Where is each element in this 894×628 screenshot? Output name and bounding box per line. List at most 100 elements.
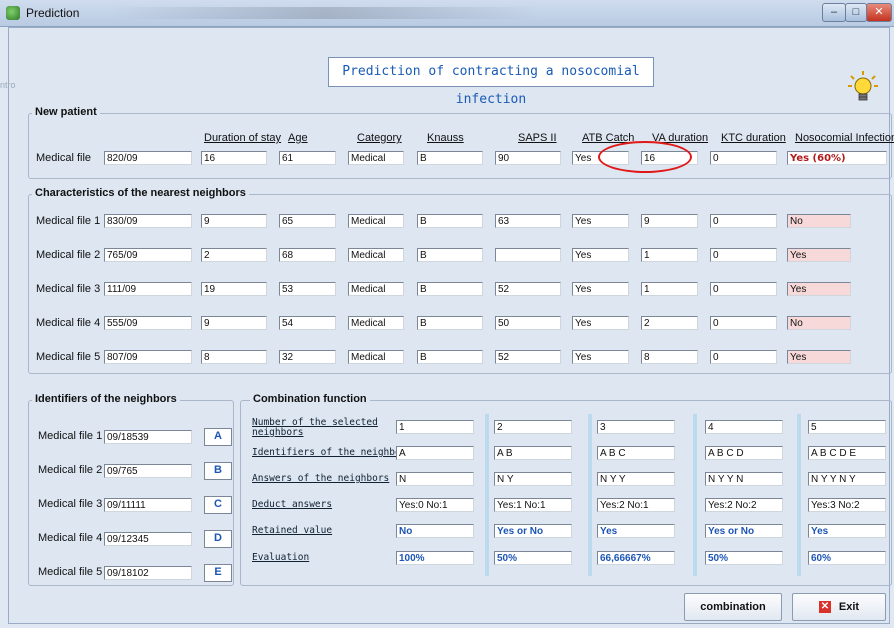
- neighbor-3-ktc-field[interactable]: 0: [710, 282, 777, 296]
- identifier-letter-2[interactable]: B: [204, 462, 232, 480]
- neighbor-3-atb-field[interactable]: Yes: [572, 282, 629, 296]
- combination-button[interactable]: combination: [684, 593, 782, 621]
- new-patient-medical-file-field[interactable]: 820/09: [104, 151, 192, 165]
- neighbor-5-medical-file-field[interactable]: 807/09: [104, 350, 192, 364]
- neighbor-2-age-field[interactable]: 68: [279, 248, 336, 262]
- new-patient-infection-field[interactable]: Yes (60%): [787, 151, 887, 165]
- neighbor-1-age-field[interactable]: 65: [279, 214, 336, 228]
- identifier-value-field-4[interactable]: 09/12345: [104, 532, 192, 546]
- identifier-value-field-2[interactable]: 09/765: [104, 464, 192, 478]
- neighbor-5-age-field[interactable]: 32: [279, 350, 336, 364]
- neighbor-2-va-field[interactable]: 1: [641, 248, 698, 262]
- neighbor-1-atb-field[interactable]: Yes: [572, 214, 629, 228]
- neighbor-4-category-field[interactable]: Medical: [348, 316, 404, 330]
- new-patient-age-field[interactable]: 61: [279, 151, 336, 165]
- combination-4-row-1-field[interactable]: 4: [705, 420, 783, 434]
- new-patient-duration-field[interactable]: 16: [201, 151, 267, 165]
- exit-button[interactable]: ✕ Exit: [792, 593, 886, 621]
- evaluation-label[interactable]: Evaluation: [252, 552, 309, 563]
- neighbor-5-knauss-field[interactable]: B: [417, 350, 483, 364]
- combination-1-row-6-field[interactable]: 100%: [396, 551, 474, 565]
- neighbor-1-saps-field[interactable]: 63: [495, 214, 561, 228]
- neighbor-5-ktc-field[interactable]: 0: [710, 350, 777, 364]
- neighbor-2-duration-field[interactable]: 2: [201, 248, 267, 262]
- combination-3-row-5-field[interactable]: Yes: [597, 524, 675, 538]
- combination-5-row-2-field[interactable]: A B C D E: [808, 446, 886, 460]
- identifier-value-field-1[interactable]: 09/18539: [104, 430, 192, 444]
- combination-5-row-6-field[interactable]: 60%: [808, 551, 886, 565]
- neighbor-1-va-field[interactable]: 9: [641, 214, 698, 228]
- neighbor-4-age-field[interactable]: 54: [279, 316, 336, 330]
- neighbor-3-duration-field[interactable]: 19: [201, 282, 267, 296]
- maximize-button[interactable]: □: [845, 3, 867, 22]
- combination-5-row-3-field[interactable]: N Y Y N Y: [808, 472, 886, 486]
- identifier-value-field-3[interactable]: 09/11111: [104, 498, 192, 512]
- combination-4-row-4-field[interactable]: Yes:2 No:2: [705, 498, 783, 512]
- neighbor-2-knauss-field[interactable]: B: [417, 248, 483, 262]
- neighbor-3-infection-field[interactable]: Yes: [787, 282, 851, 296]
- combination-1-row-1-field[interactable]: 1: [396, 420, 474, 434]
- combination-1-row-3-field[interactable]: N: [396, 472, 474, 486]
- neighbor-3-knauss-field[interactable]: B: [417, 282, 483, 296]
- neighbor-1-infection-field[interactable]: No: [787, 214, 851, 228]
- combination-2-row-5-field[interactable]: Yes or No: [494, 524, 572, 538]
- identifier-value-field-5[interactable]: 09/18102: [104, 566, 192, 580]
- neighbor-1-medical-file-field[interactable]: 830/09: [104, 214, 192, 228]
- neighbor-2-category-field[interactable]: Medical: [348, 248, 404, 262]
- combination-3-row-1-field[interactable]: 3: [597, 420, 675, 434]
- combination-4-row-2-field[interactable]: A B C D: [705, 446, 783, 460]
- neighbor-4-atb-field[interactable]: Yes: [572, 316, 629, 330]
- combination-2-row-6-field[interactable]: 50%: [494, 551, 572, 565]
- neighbor-5-va-field[interactable]: 8: [641, 350, 698, 364]
- combination-1-row-5-field[interactable]: No: [396, 524, 474, 538]
- combination-5-row-5-field[interactable]: Yes: [808, 524, 886, 538]
- new-patient-ktc-field[interactable]: 0: [710, 151, 777, 165]
- neighbor-3-category-field[interactable]: Medical: [348, 282, 404, 296]
- combination-4-row-5-field[interactable]: Yes or No: [705, 524, 783, 538]
- neighbor-4-knauss-field[interactable]: B: [417, 316, 483, 330]
- neighbor-1-category-field[interactable]: Medical: [348, 214, 404, 228]
- combination-2-row-4-field[interactable]: Yes:1 No:1: [494, 498, 572, 512]
- new-patient-saps-field[interactable]: 90: [495, 151, 561, 165]
- neighbor-3-age-field[interactable]: 53: [279, 282, 336, 296]
- combination-2-row-2-field[interactable]: A B: [494, 446, 572, 460]
- identifier-letter-4[interactable]: D: [204, 530, 232, 548]
- neighbor-2-medical-file-field[interactable]: 765/09: [104, 248, 192, 262]
- combination-3-row-6-field[interactable]: 66,66667%: [597, 551, 675, 565]
- retained-value-label[interactable]: Retained value: [252, 525, 332, 536]
- neighbor-5-saps-field[interactable]: 52: [495, 350, 561, 364]
- identifier-letter-5[interactable]: E: [204, 564, 232, 582]
- neighbor-1-knauss-field[interactable]: B: [417, 214, 483, 228]
- neighbor-2-saps-field[interactable]: [495, 248, 561, 262]
- neighbor-1-ktc-field[interactable]: 0: [710, 214, 777, 228]
- combination-3-row-3-field[interactable]: N Y Y: [597, 472, 675, 486]
- combination-3-row-4-field[interactable]: Yes:2 No:1: [597, 498, 675, 512]
- neighbor-5-atb-field[interactable]: Yes: [572, 350, 629, 364]
- identifier-letter-3[interactable]: C: [204, 496, 232, 514]
- deduct-answers-label[interactable]: Deduct answers: [252, 499, 332, 510]
- neighbor-4-duration-field[interactable]: 9: [201, 316, 267, 330]
- neighbor-3-medical-file-field[interactable]: 111/09: [104, 282, 192, 296]
- neighbor-3-va-field[interactable]: 1: [641, 282, 698, 296]
- combination-2-row-3-field[interactable]: N Y: [494, 472, 572, 486]
- combination-1-row-4-field[interactable]: Yes:0 No:1: [396, 498, 474, 512]
- combination-2-row-1-field[interactable]: 2: [494, 420, 572, 434]
- neighbor-3-saps-field[interactable]: 52: [495, 282, 561, 296]
- neighbor-5-duration-field[interactable]: 8: [201, 350, 267, 364]
- neighbor-2-atb-field[interactable]: Yes: [572, 248, 629, 262]
- identifier-letter-1[interactable]: A: [204, 428, 232, 446]
- combination-3-row-2-field[interactable]: A B C: [597, 446, 675, 460]
- neighbor-4-ktc-field[interactable]: 0: [710, 316, 777, 330]
- new-patient-knauss-field[interactable]: B: [417, 151, 483, 165]
- neighbor-5-category-field[interactable]: Medical: [348, 350, 404, 364]
- neighbor-2-ktc-field[interactable]: 0: [710, 248, 777, 262]
- combination-5-row-1-field[interactable]: 5: [808, 420, 886, 434]
- minimize-button[interactable]: –: [822, 3, 846, 22]
- neighbor-1-duration-field[interactable]: 9: [201, 214, 267, 228]
- combination-4-row-6-field[interactable]: 50%: [705, 551, 783, 565]
- close-button[interactable]: ✕: [866, 3, 892, 22]
- neighbor-5-infection-field[interactable]: Yes: [787, 350, 851, 364]
- neighbor-4-saps-field[interactable]: 50: [495, 316, 561, 330]
- combination-5-row-4-field[interactable]: Yes:3 No:2: [808, 498, 886, 512]
- new-patient-category-field[interactable]: Medical: [348, 151, 404, 165]
